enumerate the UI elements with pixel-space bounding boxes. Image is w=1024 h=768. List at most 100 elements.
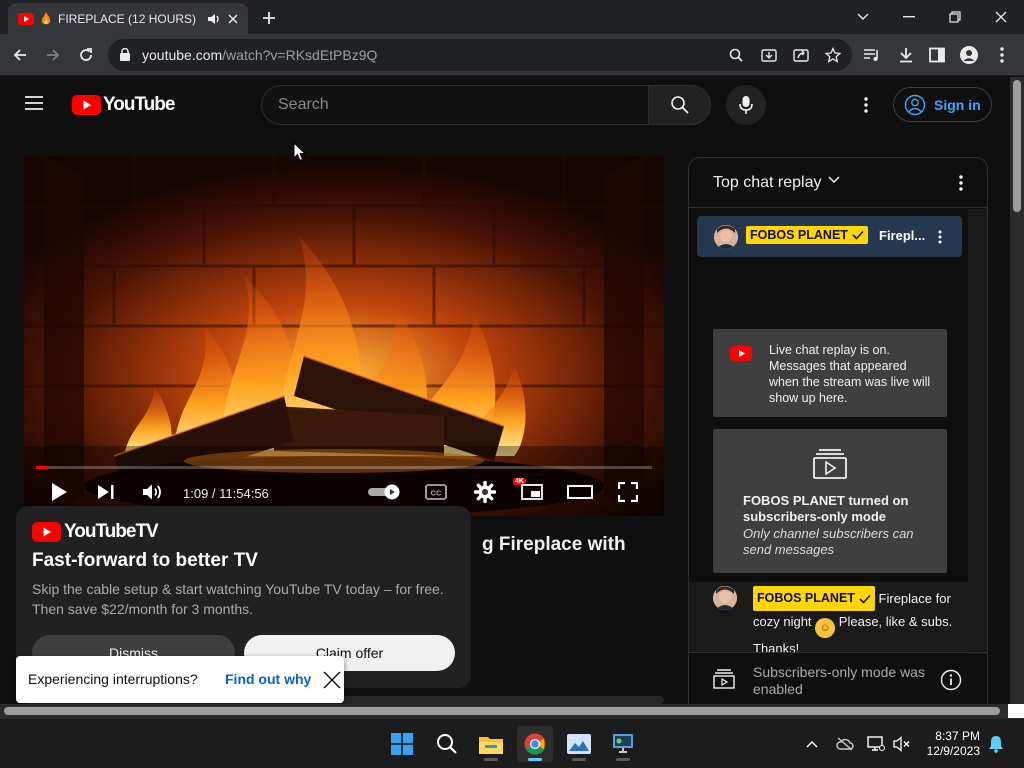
avatar [713, 586, 737, 610]
hamburger-icon [25, 96, 43, 110]
chrome-taskbar-button[interactable] [517, 726, 553, 762]
running-indicator [616, 758, 630, 761]
install-icon[interactable] [759, 45, 779, 65]
chat-more-button[interactable] [951, 173, 971, 193]
account-icon [904, 94, 926, 115]
miniplayer-button[interactable] [520, 480, 544, 504]
youtube-tv-logo-icon [32, 522, 61, 542]
settings-button[interactable] [473, 480, 497, 504]
address-bar[interactable]: youtube.com/watch?v=RKsdEtPBz9Q [108, 39, 852, 71]
chat-mode-title[interactable]: Top chat replay [713, 174, 822, 192]
photo-viewer-icon [567, 734, 591, 754]
subtitles-button[interactable]: CC [424, 480, 448, 504]
running-indicator [528, 758, 542, 761]
chevron-down-icon[interactable] [828, 176, 840, 184]
taskbar-clock[interactable]: 8:37 PM 12/9/2023 [916, 729, 980, 759]
next-button[interactable] [95, 480, 117, 504]
file-explorer-button[interactable] [473, 726, 509, 762]
video-player[interactable]: 1:09 / 11:54:56 CC 4K [24, 156, 664, 516]
minimize-icon [903, 16, 915, 18]
cloud-offline-icon [836, 737, 854, 751]
progress-played [36, 466, 49, 469]
progress-bar[interactable] [36, 466, 652, 469]
profile-button[interactable] [957, 43, 981, 67]
network-tray-icon[interactable] [867, 735, 885, 753]
menu-icon [1000, 47, 1004, 63]
forward-button[interactable] [41, 43, 65, 67]
media-queue-button[interactable] [860, 43, 884, 67]
author-chip[interactable]: FOBOS PLANET [746, 226, 868, 244]
audio-playing-icon[interactable] [207, 13, 221, 25]
start-button[interactable] [384, 726, 420, 762]
chat-replay-notice-text: Live chat replay is on. Messages that ap… [769, 343, 931, 405]
search-input[interactable] [262, 86, 648, 124]
tab-search-button[interactable] [852, 6, 874, 28]
author-chip[interactable]: FOBOS PLANET [753, 586, 875, 611]
back-button[interactable] [8, 43, 32, 67]
star-icon[interactable] [823, 45, 843, 65]
time-display: 1:09 / 11:54:56 [183, 486, 269, 501]
close-icon [995, 11, 1007, 23]
page-vertical-scrollbar[interactable] [1010, 77, 1024, 704]
download-button[interactable] [894, 43, 918, 67]
onedrive-tray-icon[interactable] [836, 735, 854, 753]
restore-button[interactable] [944, 6, 966, 28]
video-title: g Fireplace with [482, 534, 626, 555]
taskbar-search-button[interactable] [429, 726, 465, 762]
side-panel-button[interactable] [925, 43, 949, 67]
find-out-why-link[interactable]: Find out why [225, 671, 311, 687]
reload-icon [80, 48, 92, 61]
chat-header: Top chat replay [689, 158, 987, 208]
address-path: /watch?v=RKsdEtPBz9Q [222, 47, 378, 63]
settings-more-button[interactable] [856, 95, 876, 115]
close-icon [323, 671, 341, 689]
browser-menu-button[interactable] [990, 43, 1014, 67]
autoplay-toggle[interactable] [367, 480, 403, 504]
tab-close-icon[interactable] [228, 13, 238, 24]
volume-tray-icon[interactable] [893, 735, 911, 753]
share-icon[interactable] [791, 45, 811, 65]
windows-taskbar: 8:37 PM 12/9/2023 [0, 718, 1024, 768]
play-button[interactable] [48, 480, 70, 504]
youtube-logo[interactable]: YouTube [72, 94, 175, 116]
sidebar-icon [929, 47, 945, 63]
back-icon [13, 49, 26, 61]
closed-captions-icon: CC [425, 484, 447, 500]
address-url[interactable]: youtube.com/watch?v=RKsdEtPBz9Q [142, 47, 377, 63]
fireplace-video-frame [24, 156, 664, 516]
toast-close-button[interactable] [321, 669, 343, 691]
scrollbar-thumb[interactable] [1013, 80, 1021, 212]
theater-mode-button[interactable] [567, 480, 593, 504]
info-icon[interactable] [940, 669, 962, 691]
new-tab-button[interactable] [258, 8, 280, 28]
chat-replay-notice: Live chat replay is on. Messages that ap… [713, 329, 947, 417]
minimize-button[interactable] [898, 6, 920, 28]
chat-message[interactable]: FOBOS PLANET Fireplace for cozy night ☺ … [689, 582, 969, 656]
voice-search-button[interactable] [726, 85, 766, 125]
sign-in-button[interactable]: Sign in [893, 87, 992, 122]
pinned-more-button[interactable] [933, 228, 947, 246]
search-button[interactable] [648, 85, 711, 125]
search-lens-icon[interactable] [726, 45, 746, 65]
close-window-button[interactable] [990, 6, 1012, 28]
search-field[interactable] [261, 85, 649, 125]
reload-button[interactable] [74, 43, 98, 67]
chat-scrollbar[interactable] [968, 209, 987, 654]
browser-tab[interactable]: FIREPLACE (12 HOURS) U [8, 3, 248, 34]
mute-button[interactable] [141, 480, 165, 504]
show-hidden-icons-button[interactable] [803, 735, 821, 753]
fullscreen-button[interactable] [617, 480, 639, 504]
scrollbar-thumb[interactable] [4, 707, 1000, 715]
remote-desktop-button[interactable] [605, 726, 641, 762]
miniplayer-icon [521, 484, 543, 500]
lock-icon[interactable] [120, 48, 130, 61]
notifications-button[interactable] [987, 735, 1005, 753]
page-horizontal-scrollbar[interactable] [0, 704, 1010, 718]
guide-menu-button[interactable] [24, 95, 44, 111]
youtube-masthead: YouTube Sign in [0, 77, 1010, 133]
interruptions-toast: Experiencing interruptions? Find out why [16, 656, 344, 703]
forward-icon [47, 49, 60, 61]
pinned-message[interactable]: FOBOS PLANET Firepl... [697, 216, 962, 257]
photos-taskbar-button[interactable] [561, 726, 597, 762]
chat-message-body: FOBOS PLANET Fireplace for cozy night ☺ … [753, 586, 953, 659]
